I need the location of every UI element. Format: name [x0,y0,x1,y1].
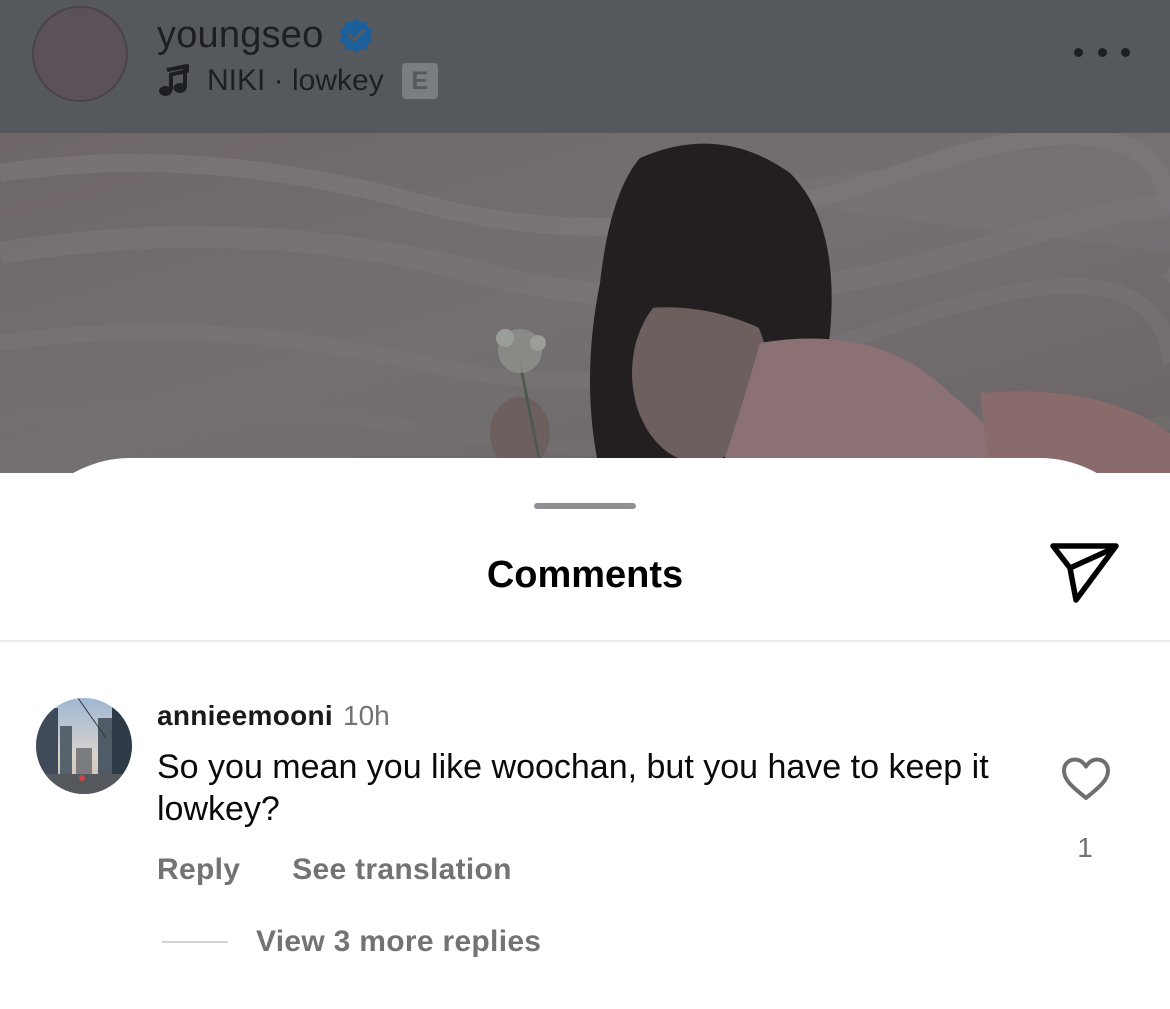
author-name-row: youngseo [157,12,375,58]
music-note-icon [159,64,189,96]
music-track-label: NIKI · lowkey [207,64,384,97]
more-options-button[interactable] [1074,38,1130,66]
comment-timestamp: 10h [343,700,390,731]
author-username[interactable]: youngseo [157,14,323,57]
sheet-divider [0,640,1170,642]
sheet-drag-handle[interactable] [534,503,636,509]
more-horizontal-icon [1074,47,1083,57]
comment-header: annieemooni 10h [157,700,390,736]
view-replies-row[interactable]: View 3 more replies [162,922,541,962]
comments-sheet: Comments annieemooni 10h So you mean you… [0,458,1170,1009]
comment-text: So you mean you like woochan, but you ha… [157,748,989,828]
comment-username[interactable]: annieemooni [157,700,333,732]
replies-divider-line [162,941,228,943]
explicit-badge: E [401,63,438,99]
verified-badge-icon [339,17,374,54]
comment-avatar[interactable] [36,698,132,794]
post-header: youngseo NIKI · lowkey E [0,0,1170,133]
send-icon[interactable] [1048,540,1122,606]
heart-outline-icon[interactable] [1060,756,1112,802]
comment-actions: Reply See translation [157,850,512,890]
see-translation-button[interactable]: See translation [292,853,512,887]
reply-button[interactable]: Reply [157,853,240,887]
like-count: 1 [1077,832,1093,863]
post-image[interactable] [0,133,1170,473]
sheet-title: Comments [486,554,684,596]
music-row[interactable]: NIKI · lowkey E [157,58,438,104]
author-avatar[interactable] [32,6,128,102]
view-more-replies-button[interactable]: View 3 more replies [256,925,541,959]
